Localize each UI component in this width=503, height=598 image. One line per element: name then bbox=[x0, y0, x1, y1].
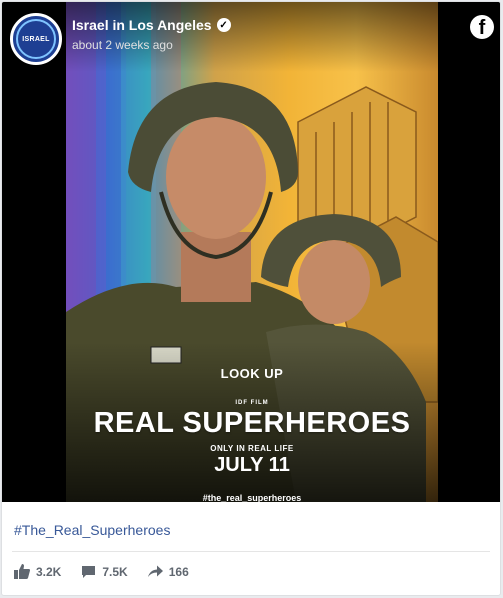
post-header-overlay bbox=[2, 2, 500, 72]
poster-release-date: JULY 11 bbox=[214, 454, 290, 476]
poster-title: REAL SUPERHEROES bbox=[93, 407, 411, 439]
movie-poster-image: LOOK UP IDF FILM REAL SUPERHEROES ONLY I… bbox=[66, 2, 438, 502]
comment-bubble-icon bbox=[82, 565, 96, 578]
page-name-link[interactable]: Israel in Los Angeles bbox=[72, 17, 212, 33]
shares-stat[interactable]: 166 bbox=[147, 564, 189, 579]
comments-count: 7.5K bbox=[102, 564, 128, 579]
likes-count: 3.2K bbox=[36, 564, 62, 579]
poster-hashtag: #the_real_superheroes bbox=[202, 493, 302, 502]
poster-studio-text: IDF FILM bbox=[235, 400, 269, 406]
post-timestamp[interactable]: about 2 weeks ago bbox=[72, 38, 173, 52]
avatar-logo: ISRAEL bbox=[16, 19, 56, 59]
likes-stat[interactable]: 3.2K bbox=[14, 564, 61, 579]
shares-count: 166 bbox=[168, 564, 189, 579]
comments-stat[interactable]: 7.5K bbox=[81, 564, 128, 579]
page-avatar[interactable]: ISRAEL bbox=[10, 13, 62, 65]
caption-divider bbox=[12, 551, 490, 552]
facebook-icon[interactable]: f bbox=[470, 15, 494, 39]
post-caption: #The_Real_Superheroes bbox=[2, 502, 500, 552]
share-arrow-icon bbox=[147, 565, 163, 577]
caption-hashtag-link[interactable]: #The_Real_Superheroes bbox=[14, 522, 170, 538]
facebook-post-card: LOOK UP IDF FILM REAL SUPERHEROES ONLY I… bbox=[1, 1, 501, 596]
avatar-logo-text: ISRAEL bbox=[22, 35, 50, 43]
page-name-row: Israel in Los Angeles ✓ bbox=[72, 17, 231, 33]
verified-badge-icon: ✓ bbox=[216, 18, 231, 32]
poster-tagline: ONLY IN REAL LIFE bbox=[210, 444, 294, 453]
like-thumb-icon bbox=[14, 564, 30, 579]
engagement-stats: 3.2K 7.5K 166 bbox=[14, 564, 189, 579]
post-media[interactable]: LOOK UP IDF FILM REAL SUPERHEROES ONLY I… bbox=[2, 2, 500, 502]
poster-look-up-text: LOOK UP bbox=[220, 366, 284, 381]
